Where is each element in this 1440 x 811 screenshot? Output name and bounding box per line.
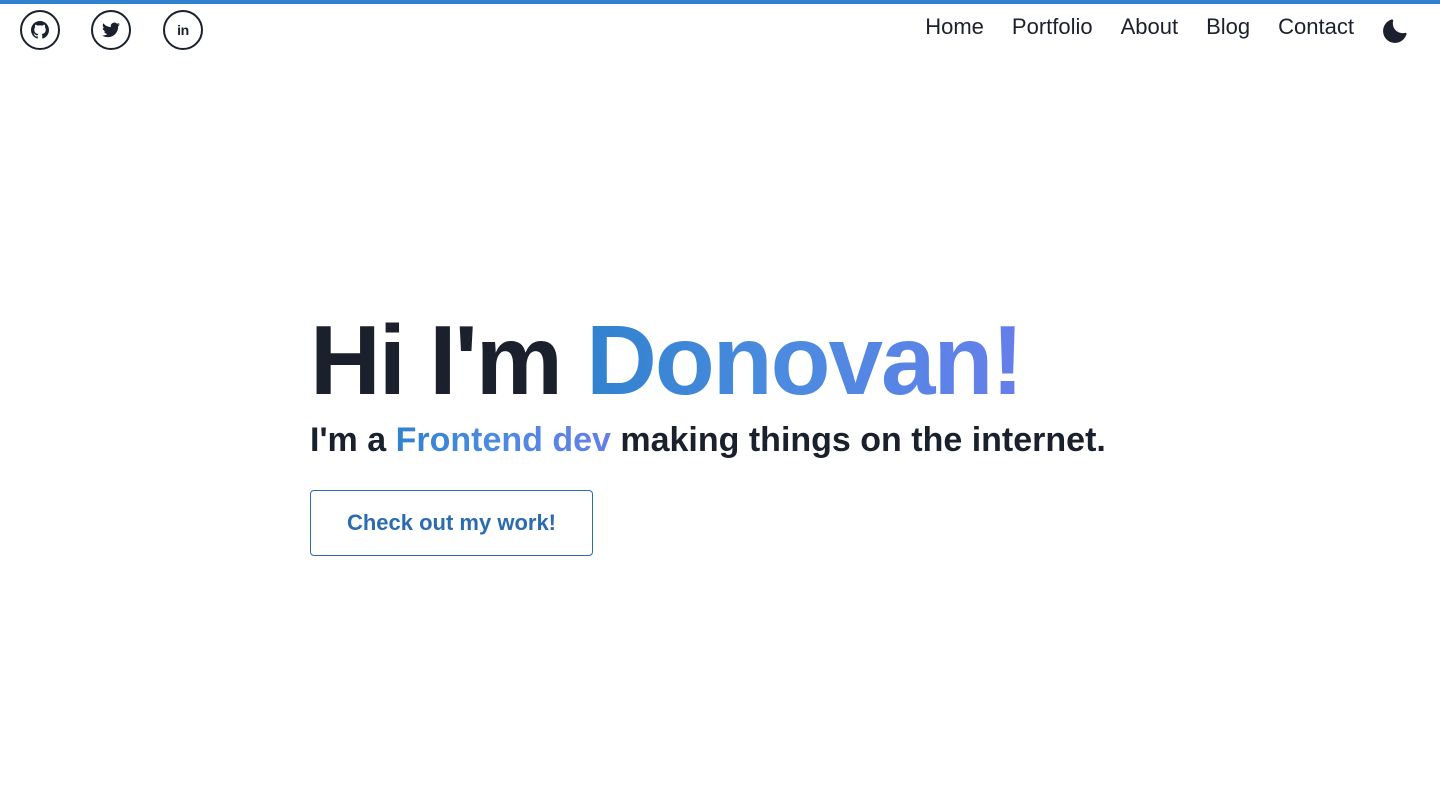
hero-subtitle: I'm a Frontend dev making things on the …	[310, 420, 1106, 460]
theme-toggle-button[interactable]	[1382, 18, 1408, 44]
twitter-icon	[102, 22, 120, 38]
site-header: in Home Portfolio About Blog Contact	[0, 4, 1440, 54]
hero-greeting: Hi I'm	[310, 305, 587, 415]
nav-item-home[interactable]: Home	[925, 14, 984, 40]
hero-role: Frontend dev	[395, 421, 611, 459]
nav-item-blog[interactable]: Blog	[1206, 14, 1250, 40]
check-out-work-button[interactable]: Check out my work!	[310, 490, 593, 556]
linkedin-link[interactable]: in	[163, 10, 203, 50]
github-link[interactable]	[20, 10, 60, 50]
nav-item-about[interactable]: About	[1121, 14, 1179, 40]
nav-item-contact[interactable]: Contact	[1278, 14, 1354, 40]
subtitle-prefix: I'm a	[310, 421, 396, 459]
hero-name: Donovan!	[586, 305, 1024, 415]
hero-title: Hi I'm Donovan!	[310, 306, 1106, 414]
main-nav: Home Portfolio About Blog Contact	[897, 14, 1354, 40]
github-icon	[31, 21, 49, 39]
linkedin-icon: in	[177, 21, 189, 38]
subtitle-suffix: making things on the internet.	[610, 421, 1106, 459]
moon-icon	[1383, 19, 1407, 43]
nav-item-portfolio[interactable]: Portfolio	[1012, 14, 1093, 40]
hero-section: Hi I'm Donovan! I'm a Frontend dev makin…	[310, 306, 1106, 556]
twitter-link[interactable]	[91, 10, 131, 50]
